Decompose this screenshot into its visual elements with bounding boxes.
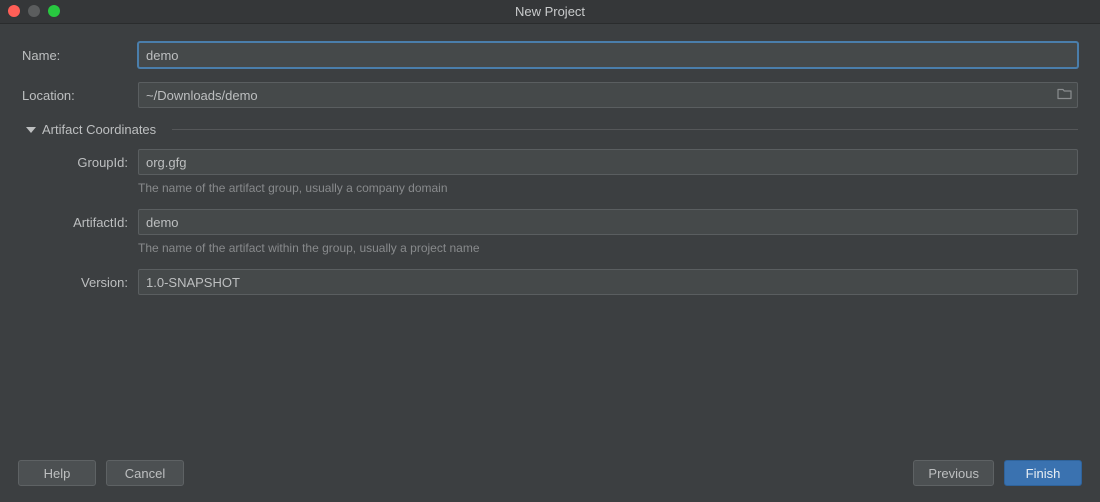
window-controls [8,5,60,17]
artifactid-label: ArtifactId: [64,215,138,230]
window-title: New Project [515,4,585,19]
location-label: Location: [22,88,138,103]
name-field[interactable] [138,42,1078,68]
title-bar: New Project [0,0,1100,24]
minimize-icon[interactable] [28,5,40,17]
version-field[interactable] [138,269,1078,295]
separator [172,129,1078,130]
groupid-hint: The name of the artifact group, usually … [138,181,1078,195]
artifactid-hint: The name of the artifact within the grou… [138,241,1078,255]
zoom-icon[interactable] [48,5,60,17]
artifact-coordinates-title: Artifact Coordinates [42,122,156,137]
version-label: Version: [64,275,138,290]
previous-button[interactable]: Previous [913,460,994,486]
cancel-button[interactable]: Cancel [106,460,184,486]
name-label: Name: [22,48,138,63]
groupid-label: GroupId: [64,155,138,170]
browse-folder-icon[interactable] [1057,88,1072,103]
dialog-footer: Help Cancel Previous Finish [0,448,1100,502]
artifact-coordinates-header[interactable]: Artifact Coordinates [22,122,1078,137]
finish-button[interactable]: Finish [1004,460,1082,486]
dialog-content: Name: Location: Artifact Coordinates Gro… [0,24,1100,295]
artifactid-field[interactable] [138,209,1078,235]
location-field[interactable] [138,82,1078,108]
groupid-field[interactable] [138,149,1078,175]
chevron-down-icon [26,127,36,133]
close-icon[interactable] [8,5,20,17]
help-button[interactable]: Help [18,460,96,486]
